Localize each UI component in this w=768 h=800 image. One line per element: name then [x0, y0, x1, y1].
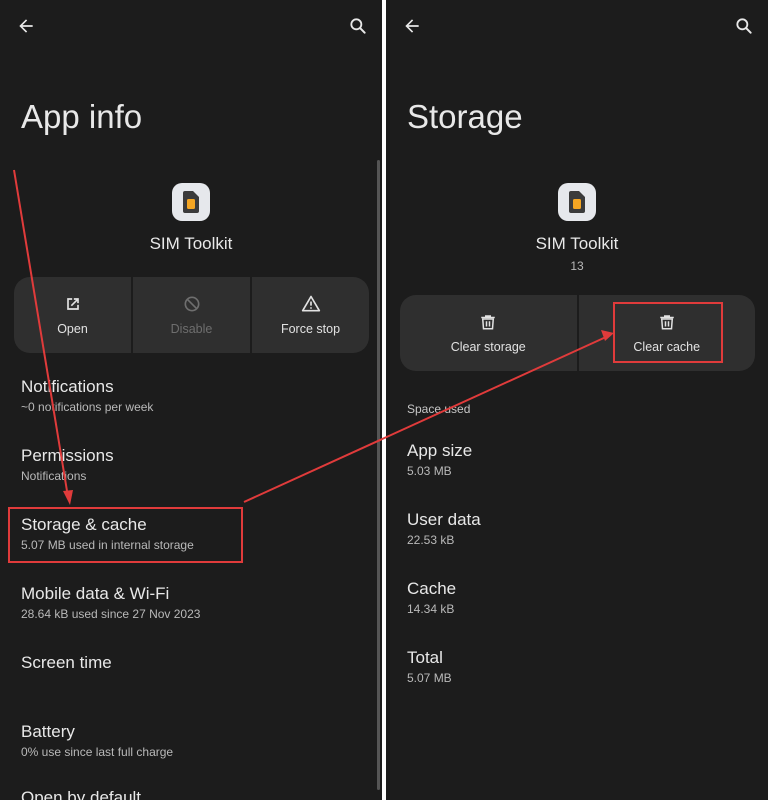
cache-stat: Cache 14.34 kB	[407, 579, 456, 616]
open-button-label: Open	[57, 322, 88, 336]
space-used-header: Space used	[407, 402, 471, 416]
storage-actions-bar: Clear storage Clear cache	[400, 295, 755, 371]
battery-item[interactable]: Battery 0% use since last full charge	[21, 722, 173, 759]
stat-title: App size	[407, 441, 473, 460]
list-item-title: Battery	[21, 722, 75, 741]
list-item-subtitle: ~0 notifications per week	[21, 400, 154, 414]
stat-value: 22.53 kB	[407, 533, 455, 547]
list-item-title: Storage & cache	[21, 515, 147, 534]
stat-title: Cache	[407, 579, 457, 598]
list-item-subtitle: 28.64 kB used since 27 Nov 2023	[21, 607, 201, 621]
disable-icon	[184, 296, 199, 312]
scrollbar[interactable]	[377, 160, 380, 790]
stat-value: 14.34 kB	[407, 602, 455, 616]
app-actions-bar: Open Disable Force stop	[14, 277, 369, 353]
storage-screen: Storage SIM Toolkit 13 Clear storage Cle…	[386, 0, 768, 800]
sim-card-icon	[172, 183, 210, 221]
open-external-icon	[66, 298, 79, 310]
list-item-title: Notifications	[21, 377, 114, 396]
warning-icon	[301, 295, 320, 312]
clear-cache-label: Clear cache	[633, 340, 701, 354]
disable-button-label: Disable	[170, 322, 213, 336]
force-stop-button[interactable]: Force stop	[250, 277, 369, 353]
list-item-subtitle: 0% use since last full charge	[21, 745, 174, 759]
storage-cache-item[interactable]: Storage & cache 5.07 MB used in internal…	[21, 515, 194, 552]
list-item-title: Permissions	[21, 446, 114, 465]
sim-card-icon	[558, 183, 596, 221]
disable-button: Disable	[131, 277, 250, 353]
open-by-default-item[interactable]: Open by default	[21, 788, 141, 800]
search-icon[interactable]	[730, 12, 758, 40]
stat-title: Total	[407, 648, 443, 667]
list-item-title: Open by default	[21, 788, 142, 800]
stat-value: 5.03 MB	[407, 464, 452, 478]
stat-title: User data	[407, 510, 481, 529]
stat-value: 5.07 MB	[407, 671, 452, 685]
permissions-item[interactable]: Permissions Notifications	[21, 446, 114, 483]
screen-time-item[interactable]: Screen time	[21, 653, 112, 673]
open-button[interactable]: Open	[14, 277, 131, 353]
trash-icon	[660, 315, 674, 330]
app-info-screen: App info SIM Toolkit Open Disable Force …	[0, 0, 382, 800]
app-size-stat: App size 5.03 MB	[407, 441, 472, 478]
back-arrow-icon[interactable]	[12, 12, 40, 40]
app-name: SIM Toolkit	[149, 234, 233, 253]
total-stat: Total 5.07 MB	[407, 648, 452, 685]
clear-cache-button[interactable]: Clear cache	[576, 295, 756, 371]
user-data-stat: User data 22.53 kB	[407, 510, 481, 547]
list-item-title: Mobile data & Wi-Fi	[21, 584, 170, 603]
list-item-subtitle: 5.07 MB used in internal storage	[21, 538, 194, 552]
trash-icon	[481, 315, 495, 330]
app-version: 13	[570, 259, 584, 273]
list-item-title: Screen time	[21, 653, 112, 672]
page-title: Storage	[407, 98, 523, 135]
notifications-item[interactable]: Notifications ~0 notifications per week	[21, 377, 153, 414]
app-name: SIM Toolkit	[535, 234, 619, 253]
list-item-subtitle: Notifications	[21, 469, 87, 483]
mobile-data-item[interactable]: Mobile data & Wi-Fi 28.64 kB used since …	[21, 584, 200, 621]
page-title: App info	[21, 98, 143, 135]
force-stop-button-label: Force stop	[280, 322, 341, 336]
clear-storage-label: Clear storage	[450, 340, 526, 354]
search-icon[interactable]	[344, 12, 372, 40]
back-arrow-icon[interactable]	[398, 12, 426, 40]
clear-storage-button[interactable]: Clear storage	[400, 295, 577, 371]
